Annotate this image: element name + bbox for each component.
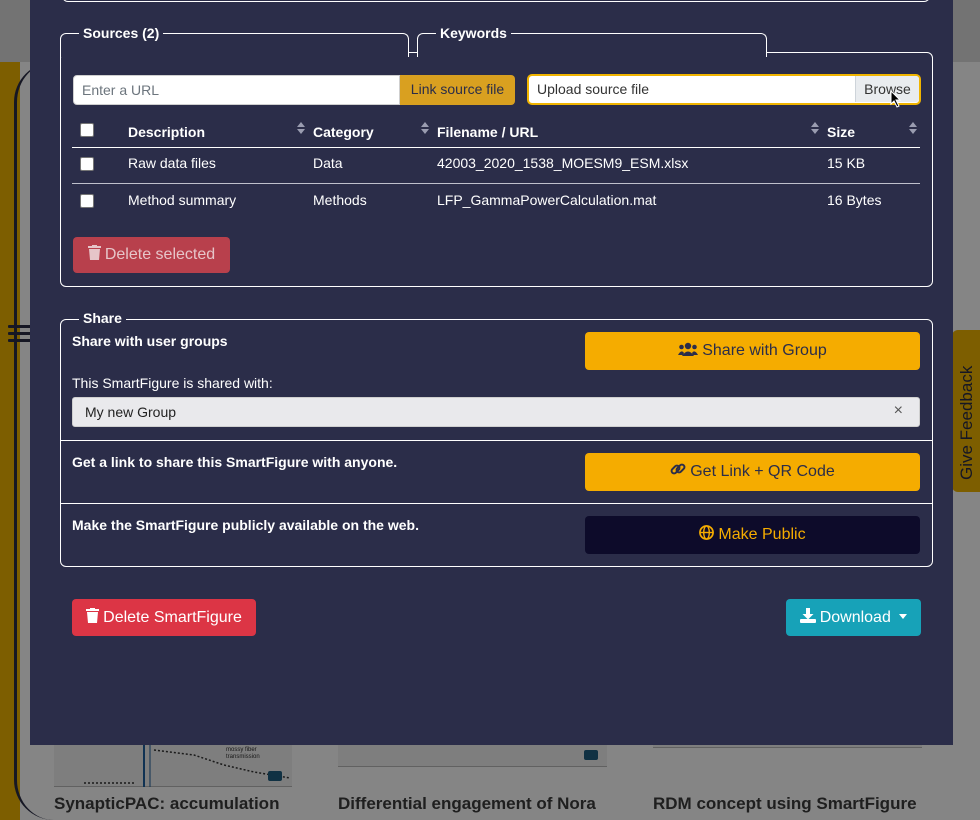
row-category: Methods: [313, 192, 367, 208]
caret-down-icon: [899, 614, 908, 619]
share-divider: [61, 440, 932, 441]
trash-icon: [87, 238, 101, 274]
column-header-category[interactable]: Category: [313, 124, 374, 140]
column-header-filename[interactable]: Filename / URL: [437, 124, 538, 140]
share-legend: Share: [79, 310, 126, 326]
row-category: Data: [313, 155, 343, 171]
download-dropdown-button[interactable]: Download: [786, 599, 921, 636]
row-checkbox[interactable]: [80, 194, 94, 208]
link-source-button[interactable]: Link source file: [400, 75, 515, 105]
share-link-text: Get a link to share this SmartFigure wit…: [72, 454, 398, 470]
tab-sources-label: Sources (2): [79, 25, 164, 41]
browse-button[interactable]: Browse: [855, 76, 919, 102]
source-url-input[interactable]: Enter a URL: [73, 75, 400, 105]
users-icon: [678, 333, 699, 371]
select-all-checkbox[interactable]: [80, 123, 94, 137]
row-size: 15 KB: [827, 155, 866, 171]
share-user-groups-label: Share with user groups: [72, 333, 228, 349]
previous-section-edge: [62, 0, 930, 2]
trash-icon: [86, 600, 100, 637]
globe-icon: [699, 517, 715, 555]
row-filename[interactable]: LFP_GammaPowerCalculation.mat: [437, 192, 656, 208]
row-divider: [72, 183, 920, 184]
mouse-cursor-icon: [890, 90, 902, 108]
tab-sources-open: [61, 52, 408, 56]
share-with-group-label: Share with Group: [702, 342, 827, 359]
row-description: Raw data files: [128, 155, 216, 171]
remove-group-icon[interactable]: ×: [894, 402, 903, 420]
header-divider: [72, 147, 920, 148]
sort-icon[interactable]: [297, 122, 305, 136]
get-link-qr-button[interactable]: Get Link + QR Code: [585, 453, 920, 491]
smartfigure-modal: Sources (2) Keywords Enter a URL Link so…: [30, 0, 953, 745]
delete-smartfigure-button[interactable]: Delete SmartFigure: [72, 599, 256, 636]
delete-selected-label: Delete selected: [104, 246, 216, 263]
row-size: 16 Bytes: [827, 192, 882, 208]
sort-icon[interactable]: [421, 122, 429, 136]
delete-selected-button[interactable]: Delete selected: [73, 237, 230, 273]
share-divider: [61, 503, 932, 504]
download-icon: [799, 600, 816, 637]
delete-smartfigure-label: Delete SmartFigure: [103, 609, 242, 626]
upload-source-label: Upload source file: [537, 81, 650, 97]
row-description: Method summary: [128, 192, 237, 208]
link-icon: [670, 454, 686, 492]
row-filename[interactable]: 42003_2020_1538_MOESM9_ESM.xlsx: [437, 155, 688, 171]
download-label: Download: [819, 609, 891, 626]
share-with-group-button[interactable]: Share with Group: [585, 332, 920, 370]
group-tag: My new Group: [85, 404, 177, 420]
get-link-qr-label: Get Link + QR Code: [690, 463, 835, 480]
make-public-text: Make the SmartFigure publicly available …: [72, 517, 419, 533]
shared-groups-input[interactable]: My new Group ×: [72, 397, 920, 427]
sort-icon[interactable]: [811, 122, 819, 136]
upload-source-file-field[interactable]: Upload source file Browse: [527, 74, 921, 105]
make-public-button[interactable]: Make Public: [585, 516, 920, 554]
row-checkbox[interactable]: [80, 157, 94, 171]
sort-icon[interactable]: [909, 122, 917, 136]
column-header-description[interactable]: Description: [128, 124, 205, 140]
make-public-label: Make Public: [718, 526, 806, 543]
tab-keywords-label: Keywords: [436, 25, 511, 41]
shared-with-label: This SmartFigure is shared with:: [72, 375, 273, 391]
column-header-size[interactable]: Size: [827, 124, 855, 140]
